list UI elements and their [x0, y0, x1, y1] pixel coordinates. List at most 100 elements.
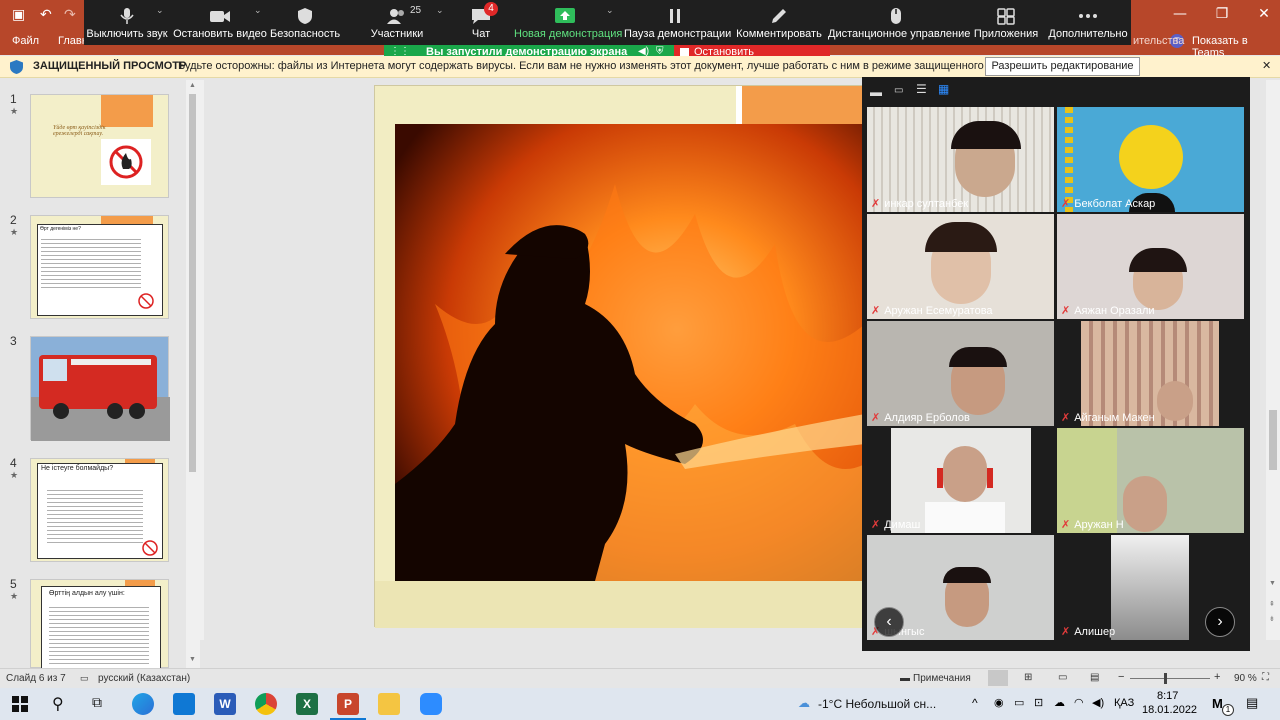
participant-tile[interactable]: ✗ Айганым Макен: [1057, 321, 1244, 426]
more-button[interactable]: Дополнительно: [1046, 0, 1130, 45]
battery-icon: ▭: [1014, 697, 1025, 709]
volume-icon[interactable]: ◀): [1092, 696, 1104, 709]
redo-icon[interactable]: ↷: [64, 6, 76, 23]
network-icon[interactable]: ⊡: [1034, 696, 1043, 709]
participant-tile[interactable]: ✗ Димаш: [867, 428, 1054, 533]
notes-button[interactable]: Примечания: [913, 673, 971, 684]
zoom-app-icon[interactable]: [420, 693, 442, 715]
participant-tile[interactable]: ✗ Аяжан Оразали: [1057, 214, 1244, 319]
tab-file[interactable]: Файл: [12, 35, 39, 47]
participant-tile[interactable]: ✗ Аружан Есемуратова: [867, 214, 1054, 319]
slide-thumbnail-5[interactable]: Өрттің алдын алу үшін:: [30, 579, 169, 669]
annotate-button[interactable]: Комментировать: [734, 0, 824, 45]
zoom-meeting-toolbar: Выключить звук ⌄ Остановить видео ⌄ Безо…: [84, 0, 1131, 45]
powerpoint-icon[interactable]: P: [337, 693, 359, 715]
participants-button[interactable]: 25 Участники: [366, 0, 428, 45]
task-view-icon[interactable]: ⧉: [92, 694, 102, 711]
cloud-icon: ☁: [1054, 697, 1065, 709]
security-button[interactable]: Безопасность: [270, 0, 340, 45]
slide-thumbnail-pane: 1 ★ Үйде өрт қауіпсіздік ережелерді сақт…: [0, 80, 200, 670]
microphone-icon: [120, 8, 134, 24]
slide-thumbnail-2[interactable]: Өрт дегеніміз не?: [30, 215, 169, 319]
zoom-level[interactable]: 90 %: [1234, 673, 1257, 684]
edge-browser-icon[interactable]: [132, 693, 154, 715]
slide-thumbnail-1[interactable]: Үйде өрт қауіпсіздік ережелерді сақтау.: [30, 94, 169, 198]
firefighter-photo: [395, 124, 865, 581]
close-bar-button[interactable]: ✕: [1262, 59, 1271, 72]
next-page-button[interactable]: ›: [1205, 607, 1235, 637]
muted-mic-icon: ✗: [871, 198, 881, 210]
pause-share-button[interactable]: Пауза демонстрации: [624, 0, 731, 45]
muted-mic-icon: ✗: [1061, 305, 1071, 317]
save-icon[interactable]: ▣: [12, 6, 25, 23]
muted-mic-icon: ✗: [1061, 626, 1071, 638]
spellcheck-icon[interactable]: ▭: [80, 673, 89, 684]
close-window-button[interactable]: ✕: [1254, 5, 1274, 23]
muted-mic-icon: ✗: [871, 412, 881, 424]
participant-tile[interactable]: ✗ Аружан Н: [1057, 428, 1244, 533]
action-center-icon[interactable]: ▤: [1246, 695, 1258, 711]
powerpoint-status-bar: Слайд 6 из 7 ▭ русский (Казахстан) ▬ При…: [0, 668, 1280, 688]
pencil-icon: [772, 9, 786, 23]
previous-page-button[interactable]: ‹: [874, 607, 904, 637]
zoom-in-button[interactable]: +: [1214, 671, 1220, 683]
muted-mic-icon: ✗: [1061, 519, 1071, 531]
remote-control-button[interactable]: Дистанционное управление: [828, 0, 970, 45]
clock-time[interactable]: 8:17: [1157, 690, 1178, 702]
current-slide[interactable]: [374, 85, 865, 628]
slide-sorter-button[interactable]: ⊞: [1024, 672, 1032, 683]
windows-start-icon[interactable]: [12, 696, 28, 712]
language-indicator[interactable]: русский (Казахстан): [98, 673, 190, 684]
apps-button[interactable]: Приложения: [972, 0, 1040, 45]
chevron-left-icon: ‹: [886, 613, 892, 630]
zoom-slider-thumb[interactable]: [1164, 673, 1167, 684]
weather-text[interactable]: -1°C Небольшой сн...: [818, 697, 936, 711]
chevron-down-icon[interactable]: ⌄: [254, 6, 262, 16]
restore-button[interactable]: ❐: [1212, 5, 1232, 23]
slide-thumbnail-3[interactable]: [30, 336, 170, 441]
reading-view-button[interactable]: ▭: [1058, 672, 1067, 683]
keyboard-language[interactable]: ҚАЗ: [1114, 697, 1134, 709]
chevron-up-icon[interactable]: ^: [972, 696, 978, 710]
clock-date[interactable]: 18.01.2022: [1142, 704, 1197, 716]
protected-view-bar: ЗАЩИЩЕННЫЙ ПРОСМОТР Будьте осторожны: фа…: [0, 56, 1280, 78]
normal-view-button[interactable]: [988, 670, 1008, 686]
undo-icon[interactable]: ↶: [40, 6, 52, 23]
camera-icon: ◉: [994, 697, 1004, 709]
slideshow-button[interactable]: ▤: [1090, 672, 1099, 683]
mail-icon[interactable]: [173, 693, 195, 715]
new-share-button[interactable]: Новая демонстрация: [514, 0, 622, 45]
word-icon[interactable]: W: [214, 693, 236, 715]
apps-icon: [997, 8, 1015, 25]
minimize-button[interactable]: —: [1170, 5, 1190, 23]
minimize-gallery-icon[interactable]: ▬: [870, 85, 882, 99]
chrome-icon[interactable]: [255, 693, 277, 715]
fit-to-window-icon[interactable]: ⛶: [1262, 672, 1269, 683]
slide-thumbnail-4[interactable]: Не істеуге болмайды?: [30, 458, 169, 562]
chat-button[interactable]: 4 Чат: [456, 0, 506, 45]
strip-view-icon[interactable]: ☰: [916, 82, 927, 96]
participant-tile[interactable]: ✗ инкар султанбек: [867, 107, 1054, 212]
kazakhstan-flag-sun: [1119, 125, 1183, 189]
chevron-down-icon[interactable]: ⌄: [436, 6, 444, 16]
participant-tile[interactable]: ✗ Бекболат Аскар: [1057, 107, 1244, 212]
zoom-out-button[interactable]: −: [1118, 671, 1124, 683]
chevron-down-icon[interactable]: ⌄: [156, 6, 164, 16]
zoom-gallery-panel: ▬ ▭ ☰ ▦ ✗ инкар султанбек ✗ Бекболат Аскар…: [862, 77, 1250, 651]
search-icon[interactable]: ⚲: [52, 694, 64, 713]
file-explorer-icon[interactable]: [378, 693, 400, 715]
gallery-view-icon[interactable]: ▦: [938, 82, 949, 96]
wifi-icon[interactable]: ◠: [1074, 696, 1084, 709]
slide-counter: Слайд 6 из 7: [6, 673, 66, 684]
participant-tile[interactable]: ✗ Алдияр Ерболов: [867, 321, 1054, 426]
mouse-icon: [891, 8, 901, 24]
slide-accent-block: [742, 86, 863, 124]
speaker-view-icon[interactable]: ▭: [894, 85, 903, 96]
enable-editing-button[interactable]: Разрешить редактирование: [985, 57, 1140, 76]
excel-icon[interactable]: X: [296, 693, 318, 715]
zoom-slider[interactable]: [1130, 678, 1210, 679]
chevron-right-icon: ›: [1217, 613, 1223, 630]
chevron-down-icon[interactable]: ⌄: [606, 6, 614, 16]
notes-icon[interactable]: ▬: [900, 673, 910, 684]
editor-scrollbar[interactable]: ▼ ⇞ ⇟: [1266, 80, 1280, 640]
